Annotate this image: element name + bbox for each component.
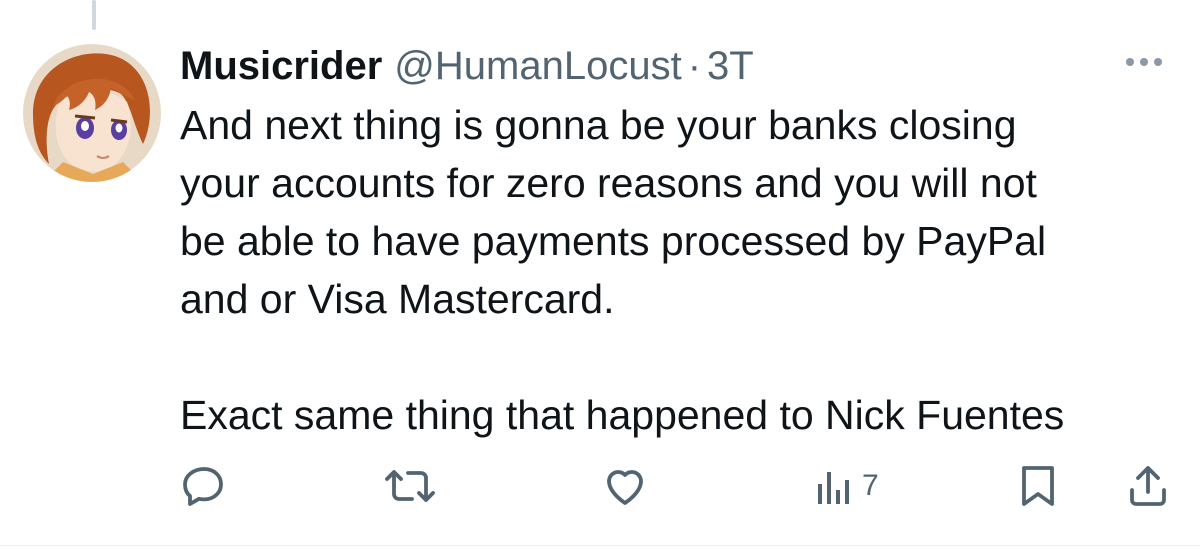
share-icon	[1130, 466, 1166, 506]
bookmark-icon	[1022, 466, 1054, 506]
share-button[interactable]	[1126, 458, 1170, 514]
tweet-text-line: Exact same thing that happened to Nick F…	[180, 392, 1065, 438]
reply-icon	[183, 467, 223, 506]
thread-connector-line	[92, 0, 96, 30]
retweet-button[interactable]	[384, 458, 436, 514]
heart-icon	[607, 470, 643, 505]
avatar[interactable]	[23, 44, 161, 182]
reply-button[interactable]	[180, 458, 228, 514]
user-handle[interactable]: @HumanLocust	[394, 38, 681, 94]
display-name[interactable]: Musicrider	[180, 38, 382, 94]
views-icon	[818, 472, 849, 504]
tweet-text-line: be able to have payments processed by Pa…	[180, 218, 1047, 264]
tweet-text-line: your accounts for zero reasons and you w…	[180, 160, 1037, 206]
avatar-image	[23, 44, 161, 182]
like-button[interactable]	[600, 458, 650, 514]
timestamp[interactable]: 3T	[707, 38, 754, 94]
tweet-text-line: and or Visa Mastercard.	[180, 276, 615, 322]
tweet-text: And next thing is gonna be your banks cl…	[180, 96, 1170, 444]
views-count: 7	[862, 469, 879, 502]
tweet-header: Musicrider @HumanLocust · 3T	[180, 38, 754, 94]
more-options-icon[interactable]	[1116, 50, 1172, 74]
views-button[interactable]: 7	[816, 458, 879, 514]
bookmark-button[interactable]	[1018, 458, 1058, 514]
tweet-text-line: And next thing is gonna be your banks cl…	[180, 102, 1017, 148]
separator-dot: ·	[687, 44, 702, 88]
tweet-actions-bar: 7	[176, 458, 1176, 514]
divider	[0, 545, 1200, 546]
retweet-icon	[385, 470, 435, 502]
